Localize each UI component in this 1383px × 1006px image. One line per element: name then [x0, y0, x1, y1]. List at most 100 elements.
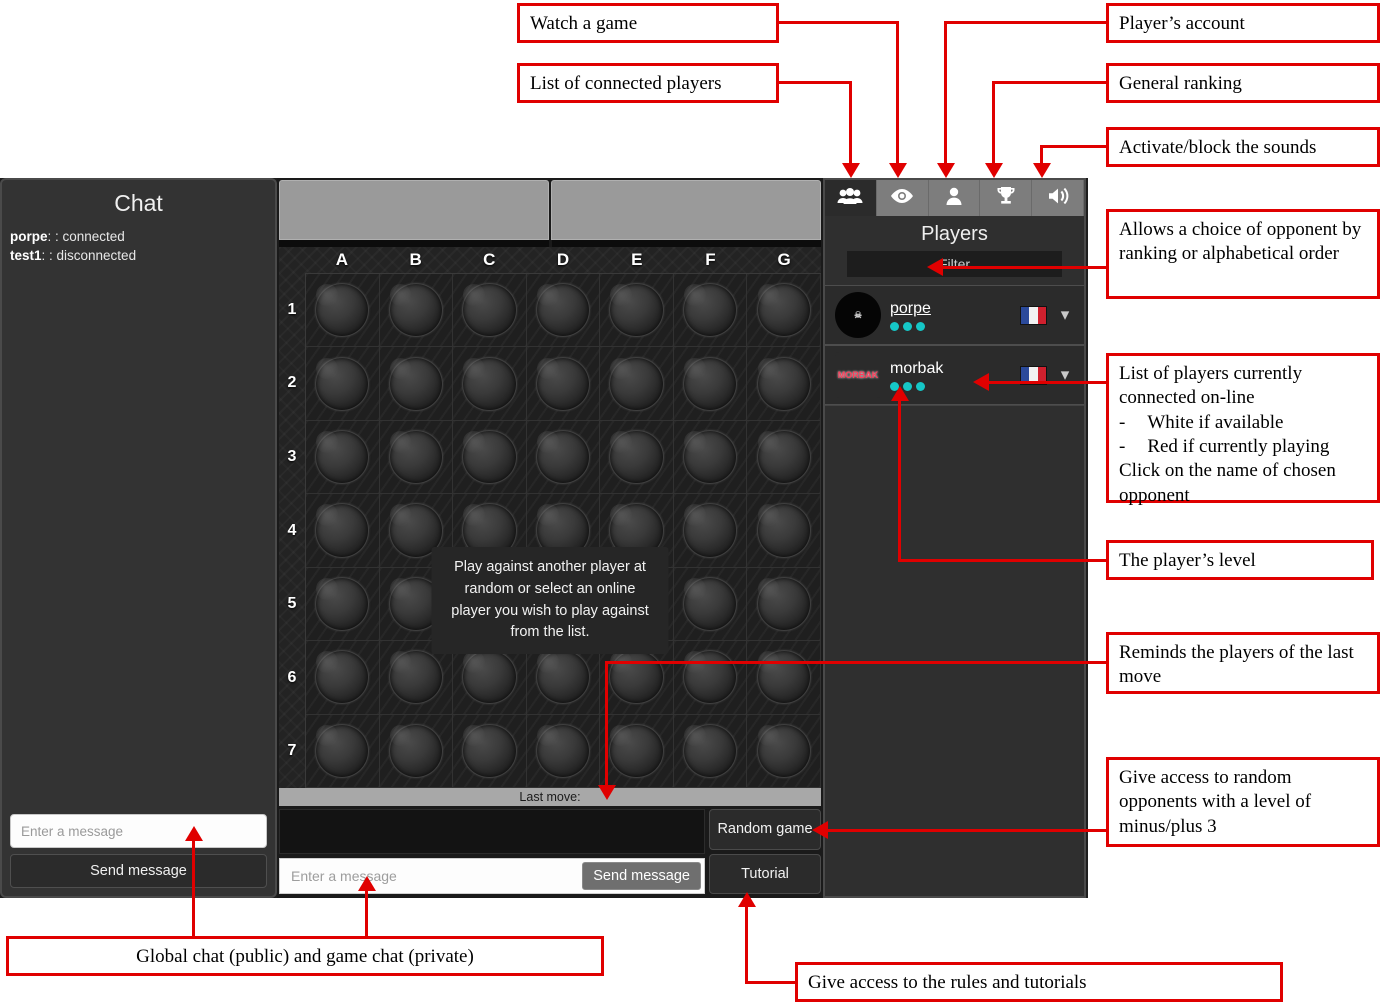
board-cell-A1[interactable] — [306, 274, 380, 348]
connector-line — [898, 559, 1108, 562]
board-cell-D1[interactable] — [526, 274, 601, 348]
chat-message-text: : : connected — [47, 229, 125, 244]
board-cell-F7[interactable] — [673, 714, 748, 788]
tab-general-ranking[interactable] — [980, 180, 1033, 216]
board-cell-G6[interactable] — [747, 641, 821, 715]
last-move-bar: Last move: — [279, 788, 821, 806]
connector-arrow — [842, 163, 860, 178]
tutorial-button[interactable]: Tutorial — [709, 853, 821, 894]
board-cell-A6[interactable] — [306, 641, 380, 715]
players-panel: Players ☠ porpe ▾ MORBAK — [823, 178, 1086, 898]
board-cell-F4[interactable] — [673, 494, 748, 568]
connector-line — [365, 890, 368, 936]
column-label: B — [409, 250, 422, 269]
board-cell-A4[interactable] — [306, 494, 380, 568]
board-cell-G2[interactable] — [747, 347, 821, 421]
person-icon — [941, 186, 967, 211]
board-hole — [609, 356, 664, 411]
board-cell-C3[interactable] — [453, 420, 527, 495]
board-hole — [683, 429, 738, 485]
board-hole — [756, 356, 811, 411]
board-cell-B1[interactable] — [379, 274, 454, 348]
random-game-button[interactable]: Random game — [709, 809, 821, 850]
tab-watch-game[interactable] — [876, 180, 929, 216]
board-cell-D3[interactable] — [526, 420, 601, 495]
avatar: ☠ — [835, 292, 881, 338]
player-row[interactable]: ☠ porpe ▾ — [825, 285, 1084, 345]
game-chat-log — [279, 809, 705, 854]
column-label: F — [705, 250, 716, 269]
game-chat-input[interactable] — [283, 868, 583, 884]
connector-line — [944, 21, 947, 165]
game-chat-compose: Send message — [279, 858, 705, 894]
board-hole — [756, 503, 811, 558]
player-name[interactable]: morbak — [890, 360, 1011, 378]
board-cell-C1[interactable] — [453, 274, 527, 348]
tab-player-account[interactable] — [928, 180, 981, 216]
chat-message-text: : : disconnected — [41, 248, 137, 264]
board-cell-G7[interactable] — [747, 714, 821, 788]
board-cell-A3[interactable] — [306, 420, 380, 495]
player-slot-right[interactable] — [551, 180, 821, 240]
player-slot-underline — [277, 240, 823, 247]
board-hole — [462, 283, 517, 338]
connector-line — [944, 21, 1108, 24]
board-hole — [315, 723, 370, 778]
board-hole — [315, 576, 370, 631]
board-cell-C7[interactable] — [453, 714, 527, 788]
board-cell-G4[interactable] — [747, 494, 821, 568]
connector-arrow — [985, 163, 1003, 178]
board-cell-G1[interactable] — [747, 274, 821, 348]
board-grid[interactable] — [305, 273, 821, 788]
board-cell-A2[interactable] — [306, 347, 380, 421]
row-label: 5 — [287, 595, 297, 613]
column-label: G — [777, 250, 791, 269]
board-cell-E2[interactable] — [600, 347, 674, 421]
game-panel: A B C D E F G 1 2 3 4 5 6 7 Play against… — [277, 178, 823, 898]
connector-arrow — [937, 163, 955, 178]
tab-sound-toggle[interactable] — [1032, 180, 1084, 216]
application-window: Chat porpe: : connected test1: : disconn… — [0, 178, 1088, 898]
player-slot-left[interactable] — [279, 180, 549, 240]
board-cell-F5[interactable] — [673, 567, 748, 642]
board-cell-E1[interactable] — [600, 274, 674, 348]
global-chat-panel: Chat porpe: : connected test1: : disconn… — [0, 178, 277, 898]
board-cell-G5[interactable] — [747, 567, 821, 642]
board-cell-G3[interactable] — [747, 420, 821, 495]
board-cell-F2[interactable] — [673, 347, 748, 421]
board-cell-E3[interactable] — [600, 420, 674, 495]
board-cell-D2[interactable] — [526, 347, 601, 421]
board-cell-B2[interactable] — [379, 347, 454, 421]
board-cell-A7[interactable] — [306, 714, 380, 788]
player-name[interactable]: porpe — [890, 300, 1011, 318]
tab-connected-players[interactable] — [825, 180, 877, 216]
board-hole — [683, 723, 738, 778]
board-cell-E7[interactable] — [600, 714, 674, 788]
annotation-line: - White if available — [1119, 411, 1284, 433]
annotation-line: - Red if currently playing — [1119, 435, 1330, 457]
board-cell-F3[interactable] — [673, 420, 748, 495]
players-filter-input[interactable] — [847, 251, 1062, 277]
board-cell-B7[interactable] — [379, 714, 454, 788]
board-cell-C2[interactable] — [453, 347, 527, 421]
board-cell-F1[interactable] — [673, 274, 748, 348]
game-action-buttons: Random game Tutorial — [709, 809, 821, 894]
chevron-down-icon[interactable]: ▾ — [1056, 305, 1074, 325]
board-cell-B3[interactable] — [379, 420, 454, 495]
level-dot — [916, 321, 925, 331]
connector-line — [607, 661, 1108, 664]
board-cell-F6[interactable] — [673, 641, 748, 715]
avatar: MORBAK — [835, 352, 881, 398]
game-chat-send-button[interactable]: Send message — [582, 862, 701, 890]
global-chat-send-button[interactable]: Send message — [10, 854, 267, 888]
board-hole — [315, 650, 370, 705]
annotation-last-move: Reminds the players of the last move — [1106, 632, 1380, 694]
global-chat-input[interactable] — [10, 814, 267, 848]
row-label: 3 — [287, 447, 297, 465]
board-cell-A5[interactable] — [306, 567, 380, 642]
board-cell-D7[interactable] — [526, 714, 601, 788]
player-row[interactable]: MORBAK morbak ▾ — [825, 345, 1084, 405]
chat-message-user: porpe — [10, 229, 48, 244]
connector-arrow — [358, 876, 376, 891]
chat-title: Chat — [114, 190, 163, 216]
